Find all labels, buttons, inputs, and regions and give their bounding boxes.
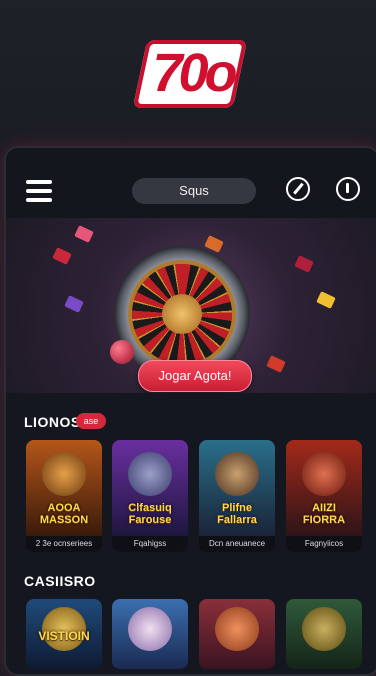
roulette-hub <box>162 294 202 334</box>
section-title: CASIISRO <box>24 573 96 589</box>
section-title: LIONOS <box>24 414 81 430</box>
game-caption: 2 3e ocnseriees <box>26 536 102 552</box>
game-character <box>128 452 172 496</box>
section-badge: ase <box>76 413 106 429</box>
hamburger-menu-icon[interactable] <box>26 180 52 202</box>
game-art-title: Clfasuiq Farouse <box>128 502 172 526</box>
game-caption: Fagnyiicos <box>286 536 362 552</box>
game-card[interactable]: AIIZI FIORRA Fagnyiicos <box>286 440 362 552</box>
game-character <box>42 452 86 496</box>
edit-icon[interactable] <box>286 177 310 201</box>
game-art-title: VISTIOIN <box>38 629 90 643</box>
game-card[interactable] <box>199 599 275 669</box>
top-bar: Squs <box>6 148 376 218</box>
game-art-title: AIIZI FIORRA <box>302 502 346 526</box>
game-character <box>128 607 172 651</box>
logo-text: 70o <box>152 43 237 103</box>
app-screen: Squs Jogar Agota! LIONOS ase AOOA MASSON… <box>4 146 376 676</box>
floating-chip <box>64 295 84 313</box>
floating-chip <box>52 247 72 265</box>
game-card[interactable] <box>112 599 188 669</box>
search-button[interactable]: Squs <box>132 178 256 204</box>
brand-logo[interactable]: 70o <box>132 36 250 114</box>
game-character <box>215 607 259 651</box>
floating-chip <box>294 255 314 273</box>
game-card[interactable] <box>286 599 362 669</box>
game-art-title: AOOA MASSON <box>39 502 89 526</box>
game-card[interactable]: AOOA MASSON 2 3e ocnseriees <box>26 440 102 552</box>
hero-banner[interactable]: Jogar Agota! <box>6 218 376 393</box>
game-card[interactable]: Clfasuiq Farouse Fqahigss <box>112 440 188 552</box>
power-icon[interactable] <box>336 177 360 201</box>
game-caption: Dcn aneuanece <box>199 536 275 552</box>
floating-chip <box>316 291 336 309</box>
game-card[interactable]: VISTIOIN <box>26 599 102 669</box>
game-character <box>302 452 346 496</box>
floating-chip <box>74 225 94 243</box>
game-character <box>302 607 346 651</box>
game-caption: Fqahigss <box>112 536 188 552</box>
play-now-button[interactable]: Jogar Agota! <box>138 360 252 392</box>
game-art-title: Plifne Fallarra <box>217 502 257 526</box>
game-character <box>215 452 259 496</box>
floating-chip <box>266 355 286 373</box>
game-card[interactable]: Plifne Fallarra Dcn aneuanece <box>199 440 275 552</box>
red-ball <box>110 340 134 364</box>
header-logo-area: 70o <box>0 0 376 145</box>
